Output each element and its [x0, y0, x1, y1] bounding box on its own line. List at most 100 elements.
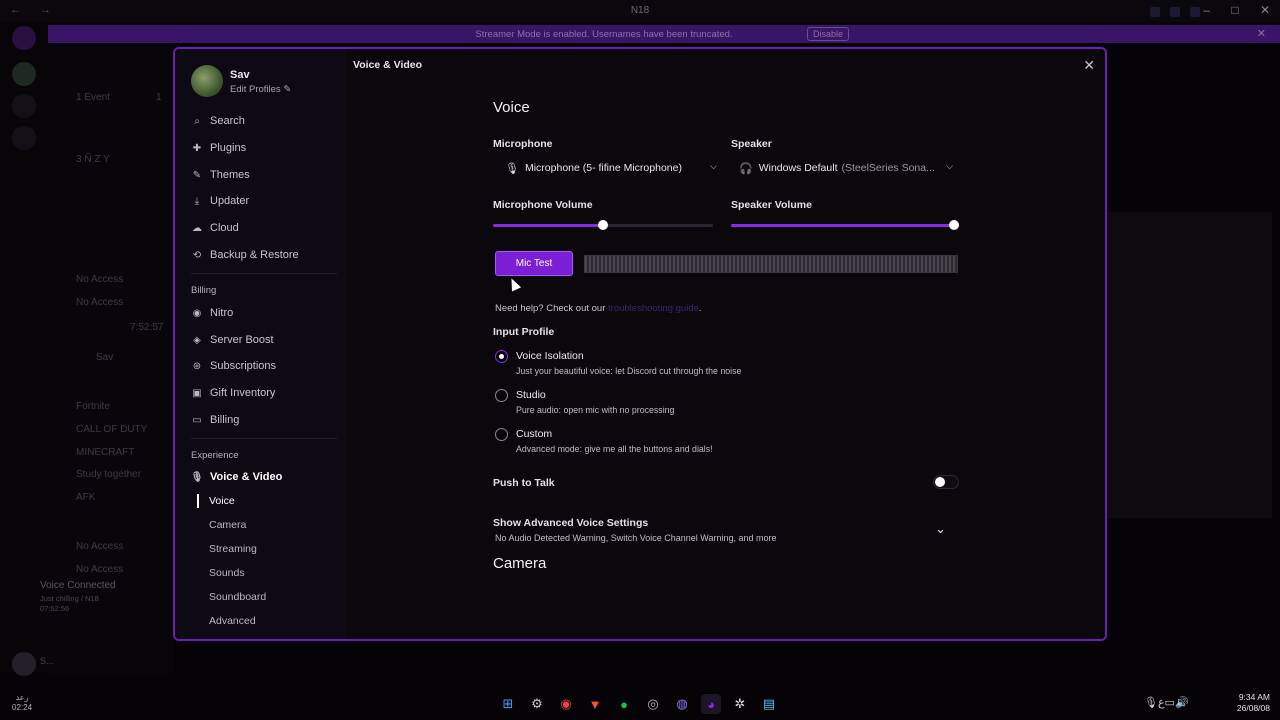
sidebar-item-backup[interactable]: ⟲ Backup & Restore	[191, 245, 341, 265]
clock[interactable]: 9:34 AM 26/08/08	[1237, 692, 1270, 714]
channel-item[interactable]: Fortnite	[76, 401, 110, 412]
taskbar: رعد 02:24 ⊞ ⚙ ◉ ▼ ● ◎ ◍ ◕ ✲ ▤ 🎙ع▭🔊 9:34 A…	[0, 688, 1280, 720]
speaker-select[interactable]: 🎧 Windows Default (SteelSeries Sona... ⌵	[739, 157, 953, 179]
server-icon[interactable]	[12, 62, 36, 86]
sidebar-item-nitro[interactable]: ◉ Nitro	[191, 303, 341, 323]
camera-heading: Camera	[493, 555, 547, 572]
sidebar-item-gift-inventory[interactable]: ▣ Gift Inventory	[191, 383, 341, 403]
volume-icon[interactable]: 🔊	[1175, 697, 1189, 709]
language-indicator[interactable]: ع	[1158, 697, 1165, 709]
sidebar-item-billing[interactable]: ▭ Billing	[191, 410, 341, 430]
channel-item[interactable]: No Access	[76, 274, 123, 285]
sidebar-item-voice-video[interactable]: 🎙 Voice & Video	[191, 467, 341, 487]
channel-item[interactable]: 3 Ñ Z Y	[76, 154, 110, 165]
server-icon[interactable]	[12, 94, 36, 118]
close-window-icon[interactable]: ✕	[1260, 3, 1270, 17]
profile-custom[interactable]: Custom Advanced mode: give me all the bu…	[495, 426, 895, 462]
proton-icon[interactable]: ◍	[672, 694, 692, 714]
close-icon[interactable]: ✕	[1083, 57, 1095, 74]
subscriptions-icon: ⊛	[192, 360, 202, 372]
channel-item[interactable]: Study together	[76, 469, 141, 480]
slider-handle[interactable]	[598, 220, 608, 230]
sub-item-voice[interactable]: Voice	[209, 495, 235, 507]
radio-selected[interactable]	[495, 350, 508, 363]
taskbar-weather[interactable]: رعد 02:24	[12, 693, 32, 713]
profile-voice-isolation[interactable]: Voice Isolation Just your beautiful voic…	[495, 348, 895, 384]
channel-item[interactable]: No Access	[76, 541, 123, 552]
troubleshooting-link[interactable]: troubleshooting guide	[608, 303, 699, 314]
avatar	[191, 65, 223, 97]
sidebar-item-updater[interactable]: ⤓ Updater	[191, 191, 341, 211]
start-icon[interactable]: ⊞	[498, 694, 518, 714]
system-tray[interactable]: 🎙ع▭🔊	[1144, 696, 1189, 709]
sidebar-item-plugins[interactable]: ✚ Plugins	[191, 138, 341, 158]
sidebar-item-subscriptions[interactable]: ⊛ Subscriptions	[191, 356, 341, 376]
profile-desc: Pure audio: open mic with no processing	[516, 405, 675, 415]
banner-text: Streamer Mode is enabled. Usernames have…	[475, 29, 733, 40]
spotify-icon[interactable]: ●	[614, 694, 634, 714]
minimize-icon[interactable]: –	[1203, 3, 1210, 17]
banner-close-icon[interactable]: ✕	[1257, 27, 1266, 40]
sidebar-item-cloud[interactable]: ☁ Cloud	[191, 218, 341, 238]
channel-item[interactable]: MINECRAFT	[76, 447, 134, 458]
profile-title: Voice Isolation	[516, 350, 584, 362]
chrome-icon[interactable]: ◉	[556, 694, 576, 714]
settings-search[interactable]: ⌕ Search	[191, 111, 341, 131]
microphone-label: Microphone	[493, 138, 553, 150]
username: S...	[40, 656, 54, 666]
channel-item[interactable]: AFK	[76, 492, 95, 503]
chevron-down-icon: ⌵	[710, 161, 717, 171]
chevron-down-icon[interactable]: ⌄	[935, 521, 946, 537]
edit-profiles-link[interactable]: Edit Profiles ✎	[230, 84, 291, 95]
push-to-talk-toggle[interactable]	[933, 475, 959, 489]
sidebar-item-server-boost[interactable]: ◈ Server Boost	[191, 330, 341, 350]
radio-unselected[interactable]	[495, 428, 508, 441]
radio-unselected[interactable]	[495, 389, 508, 402]
channel-item[interactable]: CALL OF DUTY	[76, 424, 147, 435]
avatar[interactable]	[12, 652, 36, 676]
microphone-select[interactable]: 🎙 Microphone (5- fifine Microphone) ⌵	[505, 157, 717, 179]
channel-item[interactable]: 1 Event	[76, 92, 110, 103]
pencil-icon: ✎	[283, 84, 292, 95]
brush-icon: ✎	[192, 169, 202, 181]
server-icon[interactable]	[12, 126, 36, 150]
card-icon: ▭	[192, 414, 202, 426]
profile-studio[interactable]: Studio Pure audio: open mic with no proc…	[495, 387, 895, 423]
speaker-label: Speaker	[731, 138, 772, 150]
obs-icon[interactable]: ✲	[730, 694, 750, 714]
mic-test-button[interactable]: Mic Test	[495, 251, 573, 276]
sub-item-camera[interactable]: Camera	[209, 519, 246, 531]
settings-icon[interactable]: ⚙	[527, 694, 547, 714]
disable-streamer-button[interactable]: Disable	[807, 27, 849, 41]
sidebar-item-themes[interactable]: ✎ Themes	[191, 165, 341, 185]
channel-item[interactable]: No Access	[76, 564, 123, 575]
sub-item-advanced[interactable]: Advanced	[209, 615, 256, 627]
advanced-settings-title[interactable]: Show Advanced Voice Settings	[493, 517, 648, 529]
app-icon[interactable]: ◎	[643, 694, 663, 714]
microphone-icon: 🎙	[505, 162, 519, 175]
profile-desc: Just your beautiful voice: let Discord c…	[516, 366, 742, 376]
speaker-volume-slider[interactable]	[731, 220, 959, 230]
boost-icon: ◈	[193, 334, 201, 346]
maximize-icon[interactable]: □	[1231, 3, 1238, 17]
backup-icon: ⟲	[192, 249, 202, 261]
sub-item-streaming[interactable]: Streaming	[209, 543, 257, 555]
channel-item[interactable]: No Access	[76, 297, 123, 308]
profile-title: Studio	[516, 389, 546, 401]
chevron-down-icon: ⌵	[946, 161, 953, 171]
network-icon[interactable]: ▭	[1165, 697, 1175, 709]
help-text: Need help? Check out our troubleshooting…	[495, 303, 702, 314]
input-profile-label: Input Profile	[493, 326, 555, 338]
background-panel	[1107, 212, 1272, 518]
brave-icon[interactable]: ▼	[585, 694, 605, 714]
sub-item-sounds[interactable]: Sounds	[209, 567, 245, 579]
home-icon[interactable]	[12, 26, 36, 50]
microphone-icon[interactable]: 🎙	[1144, 697, 1158, 709]
active-indicator	[197, 494, 199, 508]
search-icon: ⌕	[194, 115, 200, 127]
mic-volume-slider[interactable]	[493, 220, 713, 230]
discord-icon[interactable]: ◕	[701, 694, 721, 714]
explorer-icon[interactable]: ▤	[759, 694, 779, 714]
sub-item-soundboard[interactable]: Soundboard	[209, 591, 266, 603]
slider-handle[interactable]	[949, 220, 959, 230]
